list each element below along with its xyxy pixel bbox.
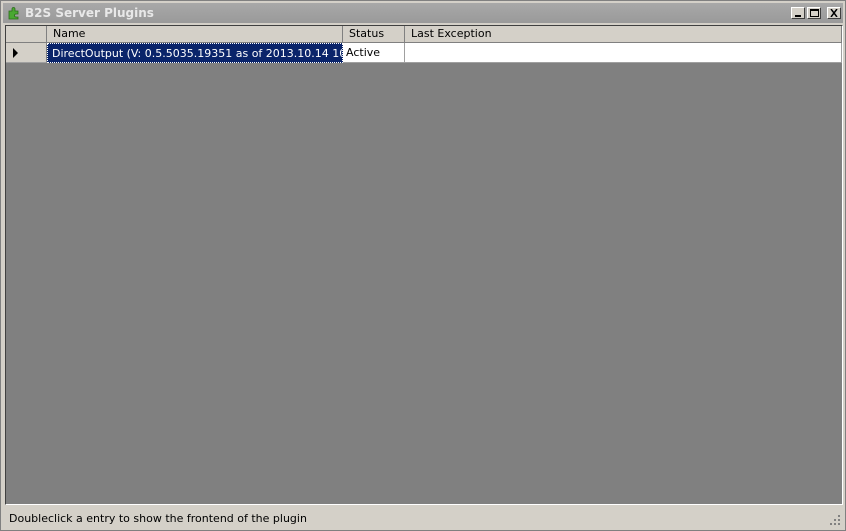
- column-header-name[interactable]: Name: [47, 26, 343, 43]
- status-text: Doubleclick a entry to show the frontend…: [9, 512, 307, 525]
- title-bar[interactable]: B2S Server Plugins: [3, 3, 843, 23]
- minimize-button[interactable]: [791, 7, 805, 19]
- cell-last-exception[interactable]: [405, 43, 842, 63]
- puzzle-icon: [7, 6, 21, 20]
- column-header-last-exception[interactable]: Last Exception: [405, 26, 842, 43]
- maximize-icon: [810, 9, 819, 17]
- close-icon: [830, 9, 838, 17]
- maximize-button[interactable]: [807, 7, 821, 19]
- plugins-window: B2S Server Plugins Name Status Last Exce…: [0, 0, 846, 531]
- minimize-icon: [795, 15, 801, 17]
- plugins-grid[interactable]: Name Status Last Exception DirectOutput …: [5, 25, 843, 505]
- row-header[interactable]: [6, 43, 47, 63]
- row-header-corner[interactable]: [6, 26, 47, 43]
- window-title: B2S Server Plugins: [25, 6, 154, 20]
- cell-status[interactable]: Active: [343, 43, 405, 63]
- current-row-arrow-icon: [13, 48, 18, 58]
- column-header-status[interactable]: Status: [343, 26, 405, 43]
- resize-grip-icon[interactable]: [829, 514, 841, 526]
- cell-name[interactable]: DirectOutput (V: 0.5.5035.19351 as of 20…: [47, 43, 343, 63]
- status-bar: Doubleclick a entry to show the frontend…: [3, 508, 843, 528]
- close-button[interactable]: [827, 7, 841, 19]
